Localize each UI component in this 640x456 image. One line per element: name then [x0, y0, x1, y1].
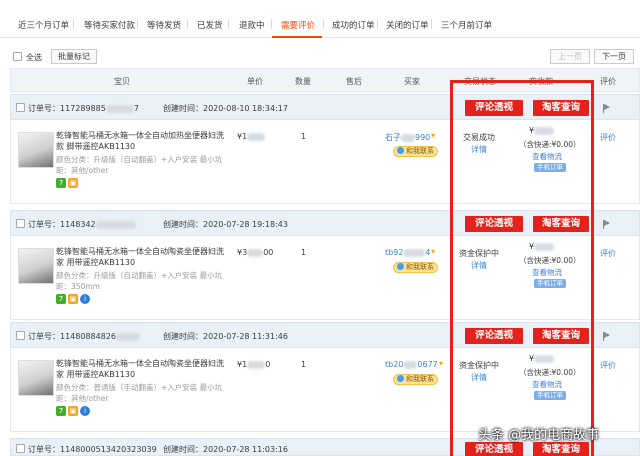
- product-attr-color: 颜色分类：普通版（手动翻盖）+入户安装 最小坑: [56, 383, 223, 392]
- tab-awaiting-payment[interactable]: 等待买家付款: [84, 19, 135, 31]
- seven-day-return-icon: 7: [56, 406, 66, 416]
- flag-icon[interactable]: [603, 332, 611, 341]
- header-review: 评价: [600, 77, 616, 86]
- review-link[interactable]: 评价: [600, 248, 616, 259]
- product-attr-color: 颜色分类：升级版（自动翻盖）+入户安装 最小坑: [56, 155, 223, 164]
- product-thumbnail[interactable]: [18, 132, 54, 168]
- prev-page-button[interactable]: 上一页: [550, 49, 590, 64]
- product-name-link[interactable]: 乾锋智能马桶无水箱一体全自动陶瓷坐便器妇洗家 用带遥控AKB1130: [56, 246, 231, 268]
- tab-separator: [431, 19, 432, 29]
- order-checkbox[interactable]: [16, 331, 25, 340]
- product-thumbnail[interactable]: [18, 360, 54, 396]
- redacted-mask: [116, 332, 140, 341]
- batch-mark-button[interactable]: 批量标记: [51, 49, 97, 64]
- wangwang-icon: [397, 147, 404, 154]
- review-link[interactable]: 评价: [600, 132, 616, 143]
- quantity: 1: [301, 132, 307, 141]
- wangwang-icon: [397, 263, 404, 270]
- tab-closed-orders[interactable]: 关闭的订单: [386, 19, 429, 31]
- header-after-sale: 售后: [346, 77, 362, 86]
- bulk-toolbar: 全选 批量标记 上一页 下一页: [0, 40, 640, 68]
- order-created-time: 创建时间：2020-07-28 11:31:46: [163, 332, 288, 341]
- flag-icon[interactable]: [603, 104, 611, 113]
- redacted-mask: [95, 220, 136, 229]
- seven-day-return-icon: 7: [56, 178, 66, 188]
- redacted-mask: [247, 248, 264, 257]
- tab-separator: [377, 19, 378, 29]
- quantity: 1: [301, 360, 307, 369]
- product-thumbnail[interactable]: [18, 248, 54, 284]
- watermark: 头条 @我的电商故事: [478, 428, 600, 443]
- order-number: 订单号：1148342: [28, 219, 136, 230]
- guarantee-badge-icon: ▣: [68, 294, 78, 304]
- header-buyer: 买家: [404, 77, 420, 86]
- active-tab-indicator: [272, 36, 322, 38]
- tab-separator: [73, 19, 74, 29]
- filter-icon[interactable]: ▾: [439, 359, 443, 368]
- product-attr-extra: 距：350mm: [56, 282, 100, 291]
- wangwang-icon: [397, 375, 404, 382]
- tab-refunding[interactable]: 退款中: [239, 19, 265, 31]
- product-name-link[interactable]: 乾锋智能马桶无水箱一体全自动加热坐便器妇洗款 脚带遥控AKB1130: [56, 130, 231, 152]
- unit-price: ¥3 00: [237, 248, 274, 257]
- product-attr-extra: 距：其他/other: [56, 166, 109, 175]
- unit-price: ¥1: [237, 132, 266, 141]
- header-item: 宝贝: [114, 77, 130, 86]
- contact-me-button[interactable]: 和我联系: [393, 146, 438, 157]
- redacted-mask: [403, 248, 426, 257]
- contact-me-button[interactable]: 和我联系: [393, 262, 438, 273]
- order-checkbox[interactable]: [16, 219, 25, 228]
- order-created-time: 创建时间：2020-07-28 19:18:43: [163, 220, 288, 229]
- order-checkbox[interactable]: [16, 444, 25, 453]
- buyer-name[interactable]: tb92 4: [385, 248, 431, 257]
- order-number: 订单号：11480884826: [28, 331, 140, 342]
- info-icon: i: [80, 294, 90, 304]
- redacted-mask: [247, 360, 266, 369]
- buyer-name[interactable]: 石子 990: [385, 132, 430, 143]
- redacted-mask: [247, 132, 266, 141]
- tab-recent-three-months[interactable]: 近三个月订单: [18, 19, 69, 31]
- tab-awaiting-shipment[interactable]: 等待发货: [147, 19, 181, 31]
- order-number: 订单号：117289885 7: [28, 104, 139, 113]
- guarantee-badge-icon: ▣: [68, 406, 78, 416]
- filter-icon[interactable]: ▾: [431, 131, 435, 140]
- tab-separator: [323, 19, 324, 29]
- flag-icon[interactable]: [603, 220, 611, 229]
- tab-older-orders[interactable]: 三个月前订单: [441, 19, 492, 31]
- review-link[interactable]: 评价: [600, 360, 616, 371]
- select-all-label: 全选: [26, 53, 42, 62]
- guarantee-badge-icon: ▣: [68, 178, 78, 188]
- quantity: 1: [301, 248, 307, 257]
- order-number: 订单号：1148000513420323039: [28, 445, 157, 454]
- tab-separator: [271, 19, 272, 29]
- redacted-mask: [403, 360, 418, 369]
- order-status-tabs: 近三个月订单 等待买家付款 等待发货 已发货 退款中 需要评价 成功的订单 关闭…: [0, 0, 640, 38]
- product-name-link[interactable]: 乾锋智能马桶无水箱一体全自动陶瓷坐便器妇洗家 用带遥控AKB1130: [56, 358, 231, 380]
- seven-day-return-icon: 7: [56, 294, 66, 304]
- buyer-name[interactable]: tb20 0677: [385, 360, 438, 369]
- unit-price: ¥1 0: [237, 360, 271, 369]
- filter-icon[interactable]: ▾: [431, 247, 435, 256]
- contact-me-button[interactable]: 和我联系: [393, 374, 438, 385]
- highlight-frame: [450, 80, 594, 456]
- select-all-checkbox[interactable]: [13, 52, 22, 61]
- tab-separator: [137, 19, 138, 29]
- header-price: 单价: [247, 77, 263, 86]
- order-checkbox[interactable]: [16, 103, 25, 112]
- next-page-button[interactable]: 下一页: [594, 49, 634, 64]
- tab-separator: [228, 19, 229, 29]
- tab-successful-orders[interactable]: 成功的订单: [332, 19, 375, 31]
- header-quantity: 数量: [295, 77, 311, 86]
- order-created-time: 创建时间：2020-08-10 18:34:17: [163, 104, 288, 113]
- info-icon: i: [80, 406, 90, 416]
- product-attr-color: 颜色分类：升级版（自动翻盖）+入户安装 最小坑: [56, 271, 223, 280]
- redacted-mask: [105, 104, 134, 113]
- tab-need-review[interactable]: 需要评价: [281, 19, 315, 31]
- tab-shipped[interactable]: 已发货: [197, 19, 223, 31]
- redacted-mask: [401, 133, 415, 142]
- product-attr-extra: 距：其他/other: [56, 394, 109, 403]
- order-created-time: 创建时间：2020-07-28 11:03:16: [163, 445, 288, 454]
- tab-separator: [187, 19, 188, 29]
